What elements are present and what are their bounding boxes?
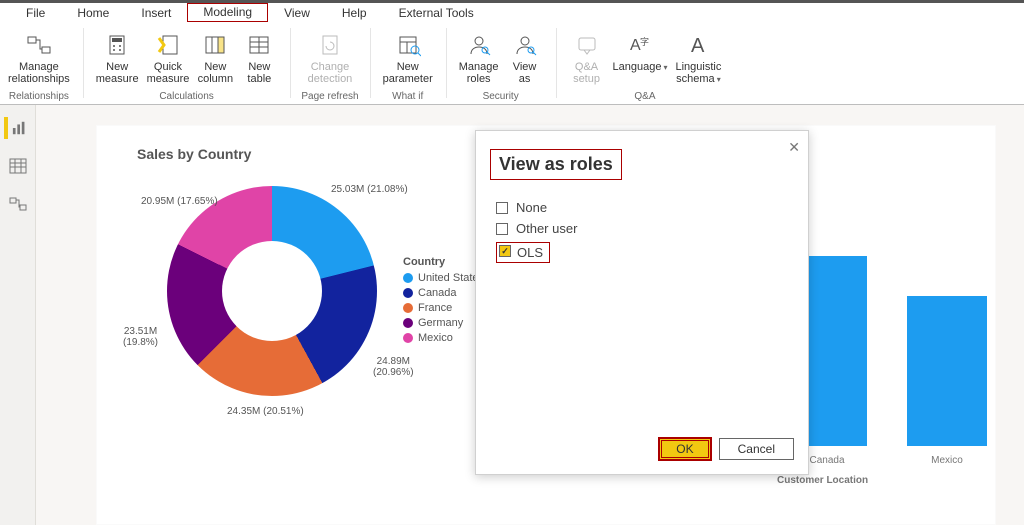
role-option-label: OLS [517,245,543,260]
linguistic-schema-icon: A [684,31,712,59]
donut-label-germany: 23.51M (19.8%) [123,326,158,348]
manage-roles-button[interactable]: Manage roles [457,27,501,85]
menu-view[interactable]: View [268,3,326,22]
chevron-down-icon: ▾ [717,75,721,84]
donut-label-mexico: 20.95M (17.65%) [141,196,218,207]
bar-label: Mexico [907,455,987,466]
role-option-label: None [516,200,547,215]
ribbon-label: Manage relationships [8,61,70,85]
quick-measure-icon [154,31,182,59]
language-icon: A字 [626,31,654,59]
menu-help[interactable]: Help [326,3,383,22]
qa-setup-button: Q&A setup [567,27,607,85]
model-view-button[interactable] [6,193,30,215]
group-label-qa: Q&A [634,91,655,102]
close-icon[interactable]: ✕ [788,139,800,156]
new-column-button[interactable]: New column [195,27,235,85]
group-label-page-refresh: Page refresh [301,91,358,102]
ribbon: Manage relationships Relationships New m… [0,22,1024,105]
manage-roles-icon [465,31,493,59]
legend-swatch [403,273,413,283]
menu-file[interactable]: File [10,3,61,22]
quick-measure-button[interactable]: Quick measure [145,27,192,85]
new-table-button[interactable]: New table [239,27,279,85]
top-menubar: File Home Insert Modeling View Help Exte… [0,0,1024,22]
ribbon-label: New column [198,61,233,85]
ribbon-label: New table [247,61,271,85]
cancel-button[interactable]: Cancel [719,438,794,460]
svg-text:字: 字 [640,36,649,47]
legend-label: France [418,302,452,314]
new-parameter-button[interactable]: New parameter [381,27,435,85]
donut-chart-title: Sales by Country [137,146,251,162]
calculator-icon [103,31,131,59]
donut-label-canada: 24.89M (20.96%) [373,356,414,378]
ribbon-label: New measure [96,61,139,85]
ribbon-label: View as [513,61,537,85]
donut-label-france: 24.35M (20.51%) [227,406,304,417]
group-label-relationships: Relationships [9,91,69,102]
qa-setup-icon [573,31,601,59]
new-measure-button[interactable]: New measure [94,27,141,85]
legend-swatch [403,303,413,313]
checkbox-checked-icon[interactable] [499,245,511,257]
view-as-icon [511,31,539,59]
linguistic-schema-button[interactable]: A Linguistic schema▾ [674,27,724,85]
menu-home[interactable]: Home [61,3,125,22]
view-as-roles-dialog: ✕ View as roles None Other user [475,130,809,475]
legend-label: Canada [418,287,457,299]
role-option-ols[interactable]: OLS [496,242,550,263]
role-option-other-user[interactable]: Other user [496,221,788,236]
ribbon-label: Manage roles [459,61,499,85]
svg-text:A: A [691,35,705,57]
new-column-icon [201,31,229,59]
manage-relationships-button[interactable]: Manage relationships [6,27,72,85]
checkbox-icon[interactable] [496,202,508,214]
report-canvas: Sales by Country 25.03M (21.08%) 24.89M … [36,105,1024,525]
group-label-what-if: What if [392,91,423,102]
group-label-security: Security [483,91,519,102]
language-button[interactable]: A字 Language▾ [611,27,670,73]
ribbon-label: New parameter [383,61,433,85]
donut-legend: Country United States Canada France Germ… [403,256,484,347]
ribbon-label: Language▾ [613,61,668,73]
menu-external-tools[interactable]: External Tools [383,3,490,22]
dialog-title: View as roles [490,149,622,180]
ribbon-label: Change detection [308,61,353,85]
role-option-label: Other user [516,221,577,236]
data-view-button[interactable] [6,155,30,177]
relationships-icon [25,31,53,59]
bar-x-axis-label: Customer Location [777,475,868,486]
legend-swatch [403,333,413,343]
ribbon-label: Q&A setup [573,61,600,85]
legend-label: Mexico [418,332,453,344]
change-detection-button: Change detection [306,27,355,85]
legend-title: Country [403,256,484,268]
ribbon-label: Linguistic schema▾ [676,61,722,85]
donut-label-us: 25.03M (21.08%) [331,184,408,195]
ok-button[interactable]: OK [659,438,710,460]
parameter-icon [394,31,422,59]
menu-insert[interactable]: Insert [125,3,187,22]
role-option-none[interactable]: None [496,200,788,215]
view-as-button[interactable]: View as [505,27,545,85]
legend-label: Germany [418,317,463,329]
ribbon-label: Quick measure [147,61,190,85]
bar-mexico [907,296,987,446]
donut-chart[interactable]: 25.03M (21.08%) 24.89M (20.96%) 24.35M (… [167,186,377,396]
checkbox-icon[interactable] [496,223,508,235]
group-label-calculations: Calculations [159,91,213,102]
chevron-down-icon: ▾ [663,63,667,72]
page-refresh-icon [316,31,344,59]
legend-swatch [403,288,413,298]
view-switcher [0,105,36,525]
menu-modeling[interactable]: Modeling [187,3,268,22]
legend-swatch [403,318,413,328]
new-table-icon [245,31,273,59]
report-view-button[interactable] [4,117,28,139]
